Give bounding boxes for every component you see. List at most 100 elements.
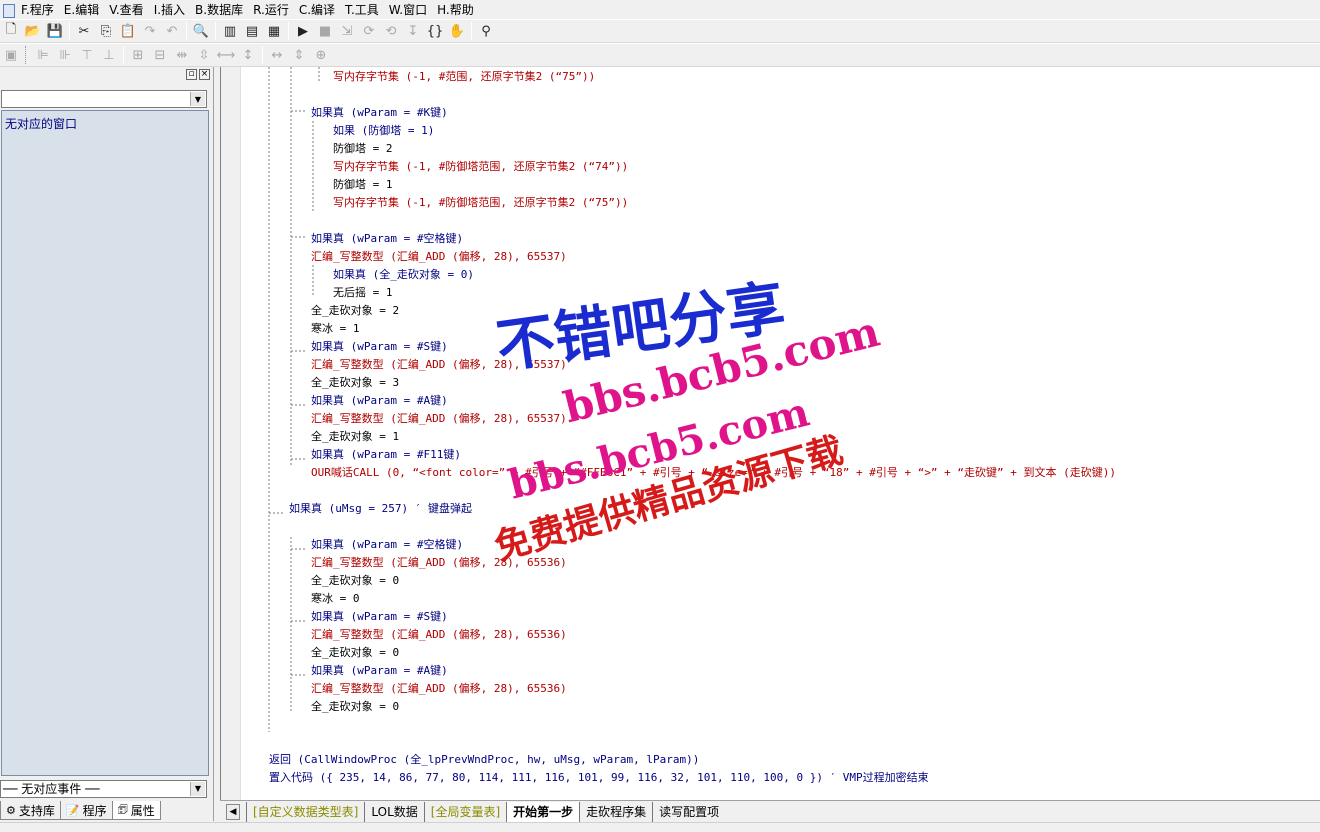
menu-view[interactable]: V.查看 xyxy=(104,1,148,18)
code-line[interactable]: 全_走砍对象 = 0 xyxy=(311,700,399,718)
code-line[interactable]: 如果 (防御塔 = 1) xyxy=(333,124,434,142)
center-vertical-icon[interactable]: ⊟ xyxy=(149,45,171,65)
tab-properties[interactable]: 🗊 属性 xyxy=(111,801,161,820)
tab-custom-types[interactable]: [自定义数据类型表] xyxy=(246,801,364,822)
same-height-icon[interactable]: ⇳ xyxy=(193,45,215,65)
redo-icon[interactable]: ↷ xyxy=(139,21,161,41)
code-line[interactable]: 全_走砍对象 = 1 xyxy=(311,430,399,448)
restore-icon[interactable]: ▫ xyxy=(186,69,197,80)
code-line[interactable]: 如果真 (wParam = #F11键) xyxy=(311,448,461,466)
code-line[interactable]: 如果真 (wParam = #K键) xyxy=(311,106,448,124)
align-left-icon[interactable]: ⊫ xyxy=(32,45,54,65)
space-vertical-icon[interactable]: ↕ xyxy=(237,45,259,65)
code-line[interactable]: OUR喊话CALL (0, “<font color=” + #引号 + “#F… xyxy=(311,466,1116,484)
window-list[interactable]: 无对应的窗口 xyxy=(1,110,209,776)
code-line[interactable]: 防御塔 = 2 xyxy=(333,142,393,160)
new-file-icon[interactable]: 🗋 xyxy=(0,21,22,41)
window-selector[interactable]: ▼ xyxy=(1,90,207,108)
cut-icon[interactable]: ✂ xyxy=(73,21,95,41)
code-line[interactable]: 如果真 (全_走砍对象 = 0) xyxy=(333,268,474,286)
menu-program[interactable]: F.程序 xyxy=(16,1,59,18)
code-line[interactable]: 汇编_写整数型 (汇编_ADD (偏移, 28), 65537) xyxy=(311,358,567,376)
tab-global-vars[interactable]: [全局变量表] xyxy=(423,801,506,822)
code-line[interactable]: 如果真 (uMsg = 257) ′ 键盘弹起 xyxy=(289,502,472,520)
menu-tools[interactable]: T.工具 xyxy=(340,1,384,18)
same-width-icon[interactable]: ⇹ xyxy=(171,45,193,65)
center-horizontal-icon[interactable]: ⊞ xyxy=(127,45,149,65)
layout-grid-icon[interactable]: ▦ xyxy=(263,21,285,41)
code-line[interactable]: 全_走砍对象 = 0 xyxy=(311,646,399,664)
code-editor[interactable]: 写内存字节集 (-1, #范围, 还原字节集2 (“75”)) 如果真 (wPar… xyxy=(220,67,1320,800)
center-form-icon[interactable]: ⊕ xyxy=(310,45,332,65)
code-line[interactable]: 全_走砍对象 = 0 xyxy=(311,574,399,592)
paste-icon[interactable]: 📋 xyxy=(117,21,139,41)
code-line[interactable]: 寒冰 = 0 xyxy=(311,592,360,610)
event-selector-value: ── 无对应事件 ── xyxy=(3,782,100,796)
tab-lol-data[interactable]: LOL数据 xyxy=(364,801,423,822)
code-line[interactable]: 返回 (CallWindowProc (全_lpPrevWndProc, hw,… xyxy=(269,753,699,771)
close-icon[interactable]: × xyxy=(199,69,210,80)
braces-icon[interactable]: {} xyxy=(424,21,446,41)
chevron-down-icon[interactable]: ▼ xyxy=(190,92,205,106)
menu-compile[interactable]: C.编译 xyxy=(294,1,340,18)
menu-database[interactable]: B.数据库 xyxy=(190,1,248,18)
code-line[interactable]: 全_走砍对象 = 3 xyxy=(311,376,399,394)
copy-icon[interactable]: ⎘ xyxy=(95,21,117,41)
code-line[interactable]: 如果真 (wParam = #空格键) xyxy=(311,232,463,250)
code-line[interactable]: 汇编_写整数型 (汇编_ADD (偏移, 28), 65536) xyxy=(311,628,567,646)
space-horizontal-icon[interactable]: ⟷ xyxy=(215,45,237,65)
tab-step-one[interactable]: 开始第一步 xyxy=(506,801,580,822)
workspace-panel: ▫ × ▼ 无对应的窗口 ── 无对应事件 ── ▼ ⚙ 支持库 📝 程序 🗊 … xyxy=(0,67,214,821)
step-into-icon[interactable]: ⇲ xyxy=(336,21,358,41)
layout-left-icon[interactable]: ▥ xyxy=(219,21,241,41)
save-icon[interactable]: 💾 xyxy=(44,21,66,41)
tab-program[interactable]: 📝 程序 xyxy=(59,801,113,820)
code-line[interactable]: 防御塔 = 1 xyxy=(333,178,393,196)
menu-insert[interactable]: I.插入 xyxy=(149,1,190,18)
align-bottom-icon[interactable]: ⊥ xyxy=(98,45,120,65)
step-out-icon[interactable]: ⟲ xyxy=(380,21,402,41)
code-line[interactable]: 写内存字节集 (-1, #防御塔范围, 还原字节集2 (“75”)) xyxy=(333,196,628,214)
hand-icon[interactable]: ✋ xyxy=(446,21,468,41)
run-icon[interactable]: ▶ xyxy=(292,21,314,41)
code-line[interactable]: 写内存字节集 (-1, #防御塔范围, 还原字节集2 (“74”)) xyxy=(333,160,628,178)
binoculars-icon[interactable]: ⚲ xyxy=(475,21,497,41)
menu-run[interactable]: R.运行 xyxy=(248,1,294,18)
code-line[interactable]: 全_走砍对象 = 2 xyxy=(311,304,399,322)
code-line[interactable]: 如果真 (wParam = #S键) xyxy=(311,340,448,358)
open-file-icon[interactable]: 📂 xyxy=(22,21,44,41)
code-line[interactable]: 汇编_写整数型 (汇编_ADD (偏移, 28), 65537) xyxy=(311,250,567,268)
code-line[interactable]: 如果真 (wParam = #空格键) xyxy=(311,538,463,556)
layout-top-icon[interactable]: ▤ xyxy=(241,21,263,41)
resize-height-icon[interactable]: ⇕ xyxy=(288,45,310,65)
tab-walk-attack[interactable]: 走砍程序集 xyxy=(579,801,652,822)
code-line[interactable]: 汇编_写整数型 (汇编_ADD (偏移, 28), 65536) xyxy=(311,682,567,700)
tab-support-library[interactable]: ⚙ 支持库 xyxy=(0,801,61,820)
stop-icon[interactable]: ■ xyxy=(314,21,336,41)
align-right-icon[interactable]: ⊪ xyxy=(54,45,76,65)
event-selector[interactable]: ── 无对应事件 ── ▼ xyxy=(0,780,207,798)
select-all-icon[interactable]: ▣ xyxy=(0,45,22,65)
code-line[interactable]: 如果真 (wParam = #A键) xyxy=(311,664,448,682)
code-line[interactable]: 如果真 (wParam = #S键) xyxy=(311,610,448,628)
find-icon[interactable]: 🔍 xyxy=(190,21,212,41)
chevron-left-icon[interactable]: ◀ xyxy=(226,803,240,820)
resize-width-icon[interactable]: ↔ xyxy=(266,45,288,65)
code-line[interactable]: 写内存字节集 (-1, #范围, 还原字节集2 (“75”)) xyxy=(333,70,595,88)
code-line[interactable]: 如果真 (wParam = #A键) xyxy=(311,394,448,412)
step-over-icon[interactable]: ⟳ xyxy=(358,21,380,41)
undo-icon[interactable]: ↶ xyxy=(161,21,183,41)
code-line[interactable]: 置入代码 ({ 235, 14, 86, 77, 80, 114, 111, 1… xyxy=(269,771,929,789)
toolbar-separator xyxy=(186,22,187,40)
align-top-icon[interactable]: ⊤ xyxy=(76,45,98,65)
code-line[interactable]: 汇编_写整数型 (汇编_ADD (偏移, 28), 65536) xyxy=(311,556,567,574)
code-line[interactable]: 汇编_写整数型 (汇编_ADD (偏移, 28), 65537) xyxy=(311,412,567,430)
menu-window[interactable]: W.窗口 xyxy=(384,1,432,18)
code-line[interactable]: 寒冰 = 1 xyxy=(311,322,360,340)
run-to-cursor-icon[interactable]: ↧ xyxy=(402,21,424,41)
code-line[interactable]: 无后摇 = 1 xyxy=(333,286,393,304)
tab-config-rw[interactable]: 读写配置项 xyxy=(652,801,725,822)
chevron-down-icon[interactable]: ▼ xyxy=(190,782,205,796)
menu-edit[interactable]: E.编辑 xyxy=(59,1,104,18)
menu-help[interactable]: H.帮助 xyxy=(432,1,479,18)
